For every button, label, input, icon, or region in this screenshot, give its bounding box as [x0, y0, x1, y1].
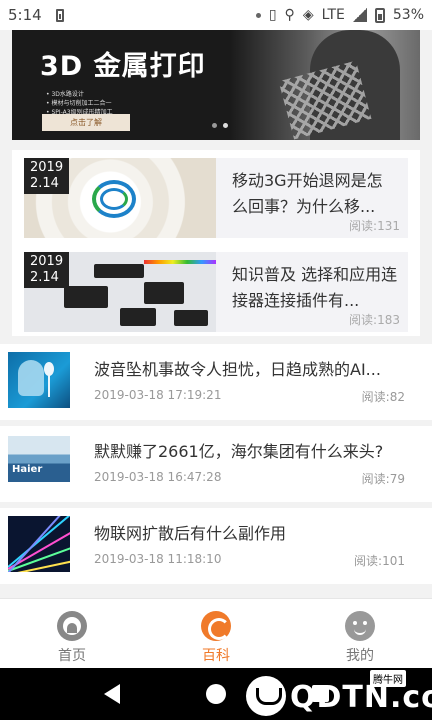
battery-icon [374, 7, 385, 23]
connector-shape [94, 264, 144, 278]
article-datetime: 2019-03-18 11:18:10 [94, 552, 222, 566]
article-title: 波音坠机事故令人担忧，日趋成熟的AI... [94, 360, 381, 379]
featured-section: 2019 2.14 移动3G开始退网是怎么回事？为什么移... 阅读:131 [12, 150, 420, 238]
connector-shape [64, 286, 108, 308]
home-button-icon[interactable] [206, 684, 226, 704]
carousel-dot-active[interactable] [223, 123, 228, 128]
read-count: 阅读:131 [349, 219, 400, 233]
read-count: 阅读:101 [354, 554, 405, 568]
encyclopedia-icon [201, 611, 231, 641]
bottom-tab-bar: 首页 百科 我的 [0, 598, 432, 668]
banner-bullet: 模材与切削加工二合一 [46, 99, 113, 108]
banner-bullets: 3D水路设计 模材与切削加工二合一 SPI-A3级别成形精加工 [46, 90, 113, 117]
connector-shape [144, 282, 184, 304]
app-screen: 5:14 ▯ ⚲ ◈ LTE 53% 3D 金属打印 3D水路设计 模材与切削加… [0, 0, 432, 720]
home-icon [57, 611, 87, 641]
date-day: 2.14 [30, 176, 59, 191]
featured-thumbnail: 2019 2.14 [24, 158, 216, 238]
tab-label: 首页 [58, 648, 86, 664]
watermark: QDTN.com 腾牛网 [244, 670, 432, 720]
article-datetime: 2019-03-18 17:19:21 [94, 388, 222, 402]
tab-label: 我的 [346, 648, 374, 664]
carousel-indicator [212, 123, 228, 128]
haier-building-image: Haier [8, 436, 70, 482]
status-bar: 5:14 ▯ ⚲ ◈ LTE 53% [0, 0, 432, 30]
article-title: 默默赚了2661亿，海尔集团有什么来头? [94, 442, 384, 461]
date-year: 2019 [30, 254, 64, 269]
date-year: 2019 [30, 160, 64, 175]
ai-head-image [8, 352, 70, 408]
date-badge: 2019 2.14 [24, 252, 70, 288]
network-type: LTE [321, 7, 345, 23]
article-thumbnail [8, 352, 70, 408]
promo-banner[interactable]: 3D 金属打印 3D水路设计 模材与切削加工二合一 SPI-A3级别成形精加工 … [12, 30, 420, 140]
article-title: 物联网扩散后有什么副作用 [94, 524, 287, 543]
connector-shape [174, 310, 208, 326]
article-thumbnail [8, 516, 70, 572]
back-icon[interactable] [104, 684, 120, 704]
ribbon-cable [144, 260, 216, 264]
tab-home[interactable]: 首页 [0, 599, 144, 668]
featured-title: 知识普及 选择和应用连接器连接插件有... [232, 265, 398, 310]
read-count: 阅读:79 [361, 472, 405, 486]
location-icon: ⚲ [284, 7, 295, 23]
logo-ring-inner [100, 188, 128, 210]
featured-title: 移动3G开始退网是怎么回事？为什么移... [232, 171, 383, 216]
connector-shape [120, 308, 156, 326]
status-time: 5:14 [8, 6, 42, 24]
date-badge: 2019 2.14 [24, 158, 70, 194]
article-datetime: 2019-03-18 16:47:28 [94, 470, 222, 484]
battery-percent: 53% [392, 7, 424, 23]
article-thumbnail: Haier [8, 436, 70, 482]
battery-saver-icon [55, 8, 64, 22]
banner-bullet: 3D水路设计 [46, 90, 113, 99]
list-item[interactable]: 波音坠机事故令人担忧，日趋成熟的AI... 2019-03-18 17:19:2… [0, 344, 432, 420]
signal-icon [352, 8, 367, 22]
profile-icon [345, 611, 375, 641]
tab-profile[interactable]: 我的 [288, 599, 432, 668]
watermark-logo-icon [246, 676, 286, 716]
list-item[interactable]: 物联网扩散后有什么副作用 2019-03-18 11:18:10 阅读:101 [0, 508, 432, 584]
wifi-icon: ◈ [302, 7, 314, 23]
carousel-dot[interactable] [212, 123, 217, 128]
read-count: 阅读:82 [361, 390, 405, 404]
list-item[interactable]: Haier 默默赚了2661亿，海尔集团有什么来头? 2019-03-18 16… [0, 426, 432, 502]
watermark-tag: 腾牛网 [370, 670, 406, 687]
iot-fiber-image [8, 516, 70, 572]
featured-card[interactable]: 2019 2.14 移动3G开始退网是怎么回事？为什么移... 阅读:131 [24, 158, 408, 238]
featured-card[interactable]: 2019 2.14 知识普及 选择和应用连接器连接插件有... 阅读:183 [24, 252, 408, 332]
ai-head-shape [18, 360, 44, 396]
featured-section: 2019 2.14 知识普及 选择和应用连接器连接插件有... 阅读:183 [12, 238, 420, 336]
read-count: 阅读:183 [349, 313, 400, 327]
notification-dot-icon [255, 12, 261, 18]
ai-spoon-shape [44, 362, 54, 397]
date-day: 2.14 [30, 270, 59, 285]
banner-title: 3D 金属打印 [40, 51, 206, 82]
banner-cta-button[interactable]: 点击了解 [42, 114, 130, 131]
haier-logo-text: Haier [12, 464, 43, 475]
featured-thumbnail: 2019 2.14 [24, 252, 216, 332]
watermark-text: QDTN.com [290, 680, 432, 715]
tab-label: 百科 [202, 648, 230, 664]
vibrate-icon: ▯ [268, 7, 277, 23]
tab-encyclopedia[interactable]: 百科 [144, 599, 288, 668]
